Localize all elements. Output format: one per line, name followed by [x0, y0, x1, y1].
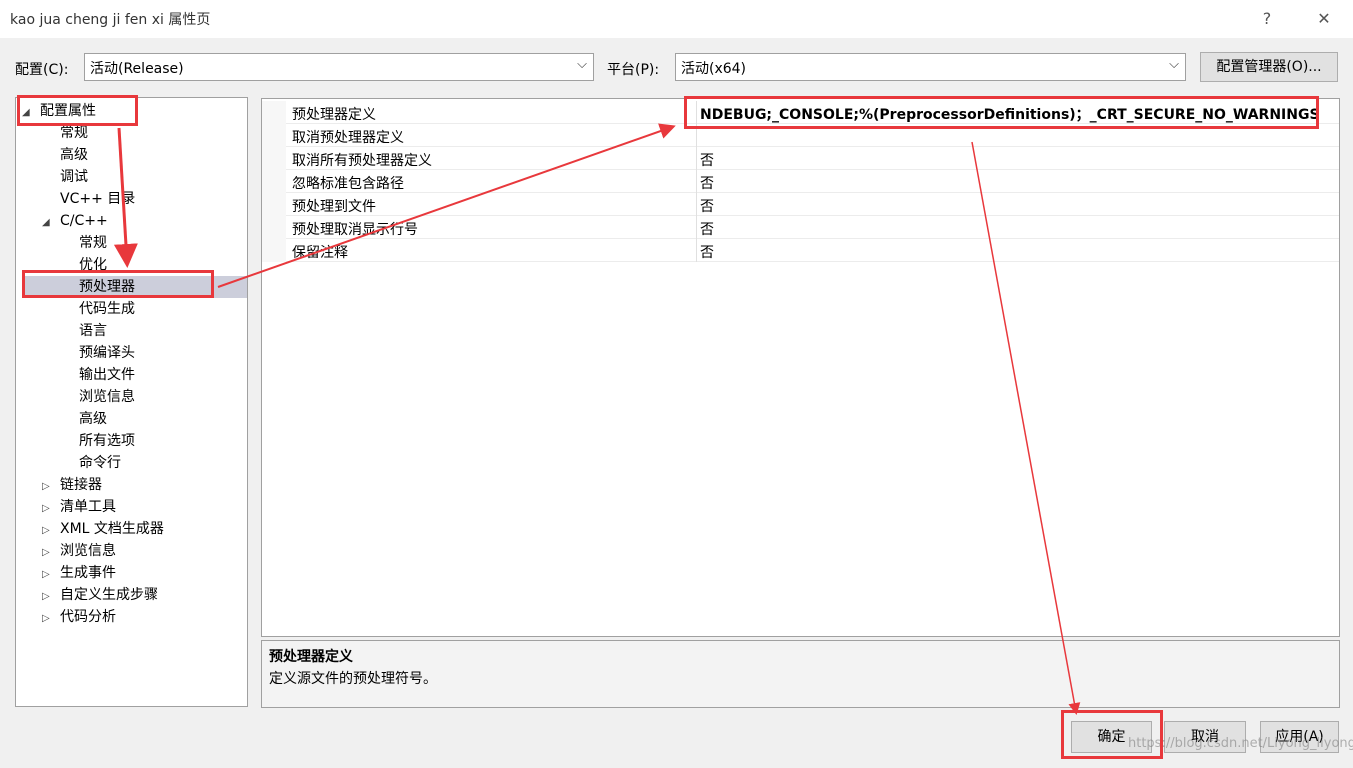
- arrow-to-ok: [971, 141, 1081, 715]
- arrow-down: [113, 127, 138, 268]
- arrow-to-definitions: [217, 123, 676, 288]
- annotation-arrows: [113, 123, 1081, 715]
